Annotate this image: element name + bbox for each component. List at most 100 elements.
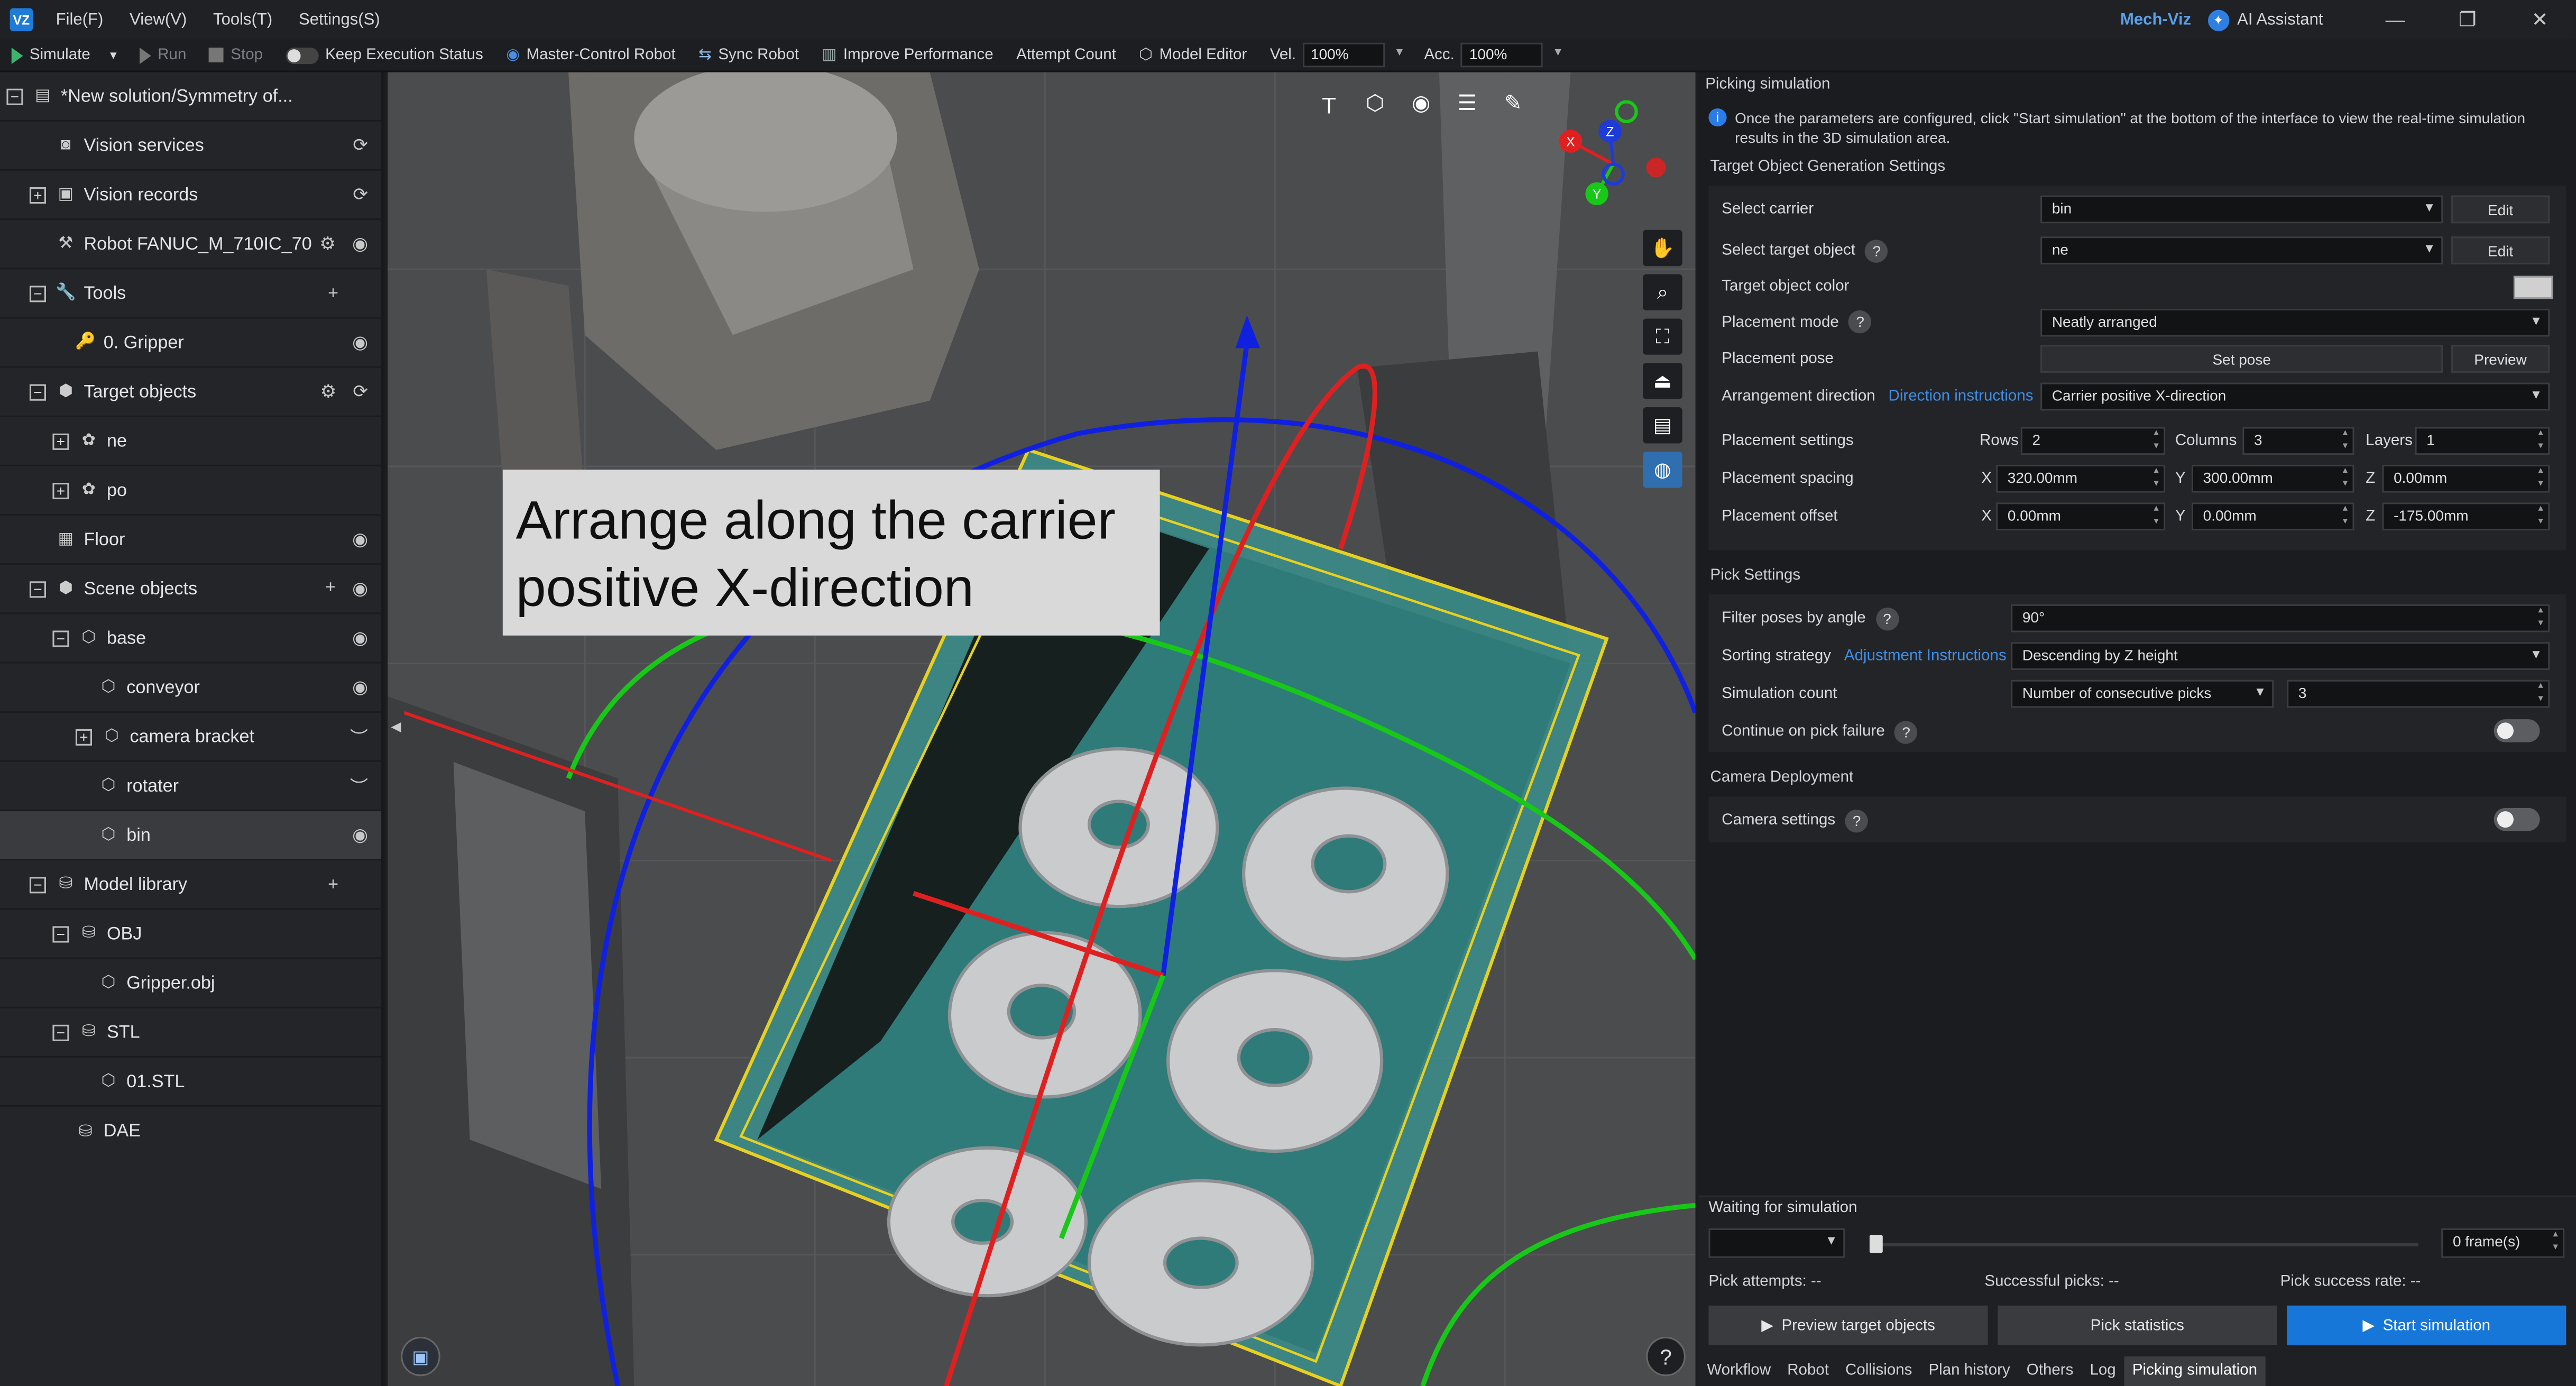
attempt-count-button[interactable]: Attempt Count xyxy=(1005,46,1127,64)
eye-icon[interactable]: ◉ xyxy=(1403,85,1439,121)
refresh-icon[interactable]: ⟳ xyxy=(353,135,368,156)
eye-closed-icon[interactable]: ︶ xyxy=(350,723,368,750)
collapse-icon[interactable]: − xyxy=(29,383,46,400)
columns-input[interactable]: 3 xyxy=(2242,427,2354,455)
tab-workflow[interactable]: Workflow xyxy=(1699,1356,1779,1386)
gear-icon[interactable]: ⚙ xyxy=(319,233,336,254)
grid-icon[interactable]: ▤ xyxy=(1643,407,1682,444)
tree-stl-file[interactable]: ⬡ 01.STL xyxy=(0,1058,381,1107)
zoom-icon[interactable]: ⌕ xyxy=(1643,274,1682,310)
collapse-icon[interactable]: − xyxy=(29,876,46,893)
layers-input[interactable]: 1 xyxy=(2415,427,2550,455)
tree-gripper[interactable]: 🔑 0. Gripper ◉ xyxy=(0,318,381,368)
eye-icon[interactable]: ◉ xyxy=(352,233,368,254)
restore-icon[interactable]: ❐ xyxy=(2432,8,2504,31)
eye-icon[interactable]: ◉ xyxy=(352,529,368,550)
tab-plan-history[interactable]: Plan history xyxy=(1920,1356,2018,1386)
3d-viewport[interactable]: ◀ Ｔ ⬡ ◉ ☰ ✎ X Z Y ✋ ⌕ ⛶ ⏏ ▤ ◍ Arrange al… xyxy=(388,72,1696,1386)
color-swatch[interactable] xyxy=(2513,276,2553,299)
list-icon[interactable]: ☰ xyxy=(1449,85,1485,121)
adjustment-instructions-link[interactable]: Adjustment Instructions xyxy=(1844,647,2007,665)
ai-assistant-button[interactable]: ✦ AI Assistant xyxy=(2207,9,2323,31)
expand-icon[interactable]: + xyxy=(52,482,69,499)
select-carrier-dropdown[interactable]: bin xyxy=(2040,195,2443,224)
tree-gripper-obj[interactable]: ⬡ Gripper.obj xyxy=(0,959,381,1008)
acc-input[interactable]: 100% xyxy=(1461,42,1561,68)
help-icon[interactable]: ? xyxy=(1865,238,1889,262)
tree-solution[interactable]: − ▤ *New solution/Symmetry of... xyxy=(0,72,381,122)
camera-settings-toggle[interactable] xyxy=(2494,807,2540,831)
menu-tools[interactable]: Tools(T) xyxy=(200,11,286,29)
keep-status-toggle[interactable]: Keep Execution Status xyxy=(274,46,495,64)
tree-bin[interactable]: ⬡ bin ◉ xyxy=(0,811,381,861)
start-simulation-button[interactable]: ▶ Start simulation xyxy=(2287,1305,2566,1345)
orientation-gizmo[interactable]: X Z Y xyxy=(1548,98,1679,230)
gear-icon[interactable]: ⚙ xyxy=(320,381,337,402)
eye-icon[interactable]: ◉ xyxy=(352,332,368,353)
tree-stl[interactable]: − ⛁ STL xyxy=(0,1008,381,1058)
continue-toggle[interactable] xyxy=(2494,719,2540,742)
minimize-icon[interactable]: — xyxy=(2359,8,2432,31)
plus-icon[interactable]: + xyxy=(328,283,338,303)
help-icon[interactable]: ? xyxy=(1845,809,1869,832)
chat-icon[interactable]: ▣ xyxy=(401,1336,440,1376)
tab-picking-simulation[interactable]: Picking simulation xyxy=(2124,1356,2266,1386)
tree-model-library[interactable]: − ⛁ Model library + xyxy=(0,860,381,910)
offset-z-input[interactable]: -175.00mm xyxy=(2382,502,2550,531)
help-icon[interactable]: ? xyxy=(1894,720,1918,744)
fit-icon[interactable]: ⛶ xyxy=(1643,318,1682,355)
tree-ne[interactable]: + ✿ ne xyxy=(0,417,381,466)
eye-icon[interactable]: ◉ xyxy=(352,627,368,648)
collapse-icon[interactable]: − xyxy=(29,580,46,597)
hand-icon[interactable]: ✋ xyxy=(1643,230,1682,267)
refresh-icon[interactable]: ⟳ xyxy=(353,184,368,205)
text-icon[interactable]: Ｔ xyxy=(1311,85,1347,121)
filter-input[interactable]: 90° xyxy=(2011,604,2550,632)
menu-view[interactable]: View(V) xyxy=(116,11,200,29)
tree-conveyor[interactable]: ⬡ conveyor ◉ xyxy=(0,664,381,713)
frame-slider[interactable] xyxy=(1869,1243,2418,1247)
spacing-x-input[interactable]: 320.00mm xyxy=(1996,464,2166,493)
spacing-z-input[interactable]: 0.00mm xyxy=(2382,464,2550,493)
simulate-button[interactable]: Simulate ▾ xyxy=(0,46,128,64)
arrangement-dropdown[interactable]: Carrier positive X-direction xyxy=(2040,382,2550,411)
edit-target-button[interactable]: Edit xyxy=(2451,236,2550,264)
expand-icon[interactable]: + xyxy=(52,433,69,449)
tree-obj[interactable]: − ⛁ OBJ xyxy=(0,910,381,959)
edit-carrier-button[interactable]: Edit xyxy=(2451,195,2550,224)
stop-button[interactable]: Stop xyxy=(198,46,274,64)
tree-vision-records[interactable]: + ▣ Vision records ⟳ xyxy=(0,171,381,221)
offset-x-input[interactable]: 0.00mm xyxy=(1996,502,2166,531)
collapse-icon[interactable]: − xyxy=(52,1024,69,1041)
tree-po[interactable]: + ✿ po xyxy=(0,466,381,516)
menu-settings[interactable]: Settings(S) xyxy=(286,11,393,29)
tree-rotater[interactable]: ⬡ rotater ︶ xyxy=(0,762,381,812)
offset-y-input[interactable]: 0.00mm xyxy=(2191,502,2354,531)
cube-view-icon[interactable]: ⬡ xyxy=(1357,85,1393,121)
preview-pose-button[interactable]: Preview xyxy=(2451,345,2550,373)
perspective-icon[interactable]: ⏏ xyxy=(1643,363,1682,399)
menu-file[interactable]: File(F) xyxy=(43,11,116,29)
tree-dae[interactable]: ⛁ DAE xyxy=(0,1107,381,1156)
collapse-icon[interactable]: − xyxy=(6,88,23,105)
help-icon[interactable]: ? xyxy=(1646,1336,1686,1376)
eye-icon[interactable]: ◉ xyxy=(352,824,368,846)
tab-robot[interactable]: Robot xyxy=(1779,1356,1837,1386)
placement-mode-dropdown[interactable]: Neatly arranged xyxy=(2040,308,2550,336)
collapse-icon[interactable]: − xyxy=(29,284,46,301)
simulation-count-input[interactable]: 3 xyxy=(2287,680,2550,708)
tree-vision-services[interactable]: ◙ Vision services ⟳ xyxy=(0,122,381,171)
simulation-count-mode-dropdown[interactable]: Number of consecutive picks xyxy=(2011,680,2274,708)
spacing-y-input[interactable]: 300.00mm xyxy=(2191,464,2354,493)
tree-robot[interactable]: ⚒ Robot FANUC_M_710IC_70 ⚙ ◉ xyxy=(0,220,381,270)
tab-others[interactable]: Others xyxy=(2018,1356,2082,1386)
tree-floor[interactable]: ▦ Floor ◉ xyxy=(0,516,381,565)
tree-camera-bracket[interactable]: + ⬡ camera bracket ︶ xyxy=(0,713,381,762)
close-icon[interactable]: ✕ xyxy=(2504,8,2576,31)
sync-robot-button[interactable]: ⇆ Sync Robot xyxy=(687,46,810,64)
help-icon[interactable]: ? xyxy=(1848,310,1872,334)
tree-target-objects[interactable]: − ⬢ Target objects ⚙ ⟳ xyxy=(0,368,381,417)
eye-icon[interactable]: ◉ xyxy=(352,676,368,698)
collapse-icon[interactable]: − xyxy=(52,629,69,646)
frame-input[interactable]: 0 frame(s) xyxy=(2441,1228,2565,1258)
